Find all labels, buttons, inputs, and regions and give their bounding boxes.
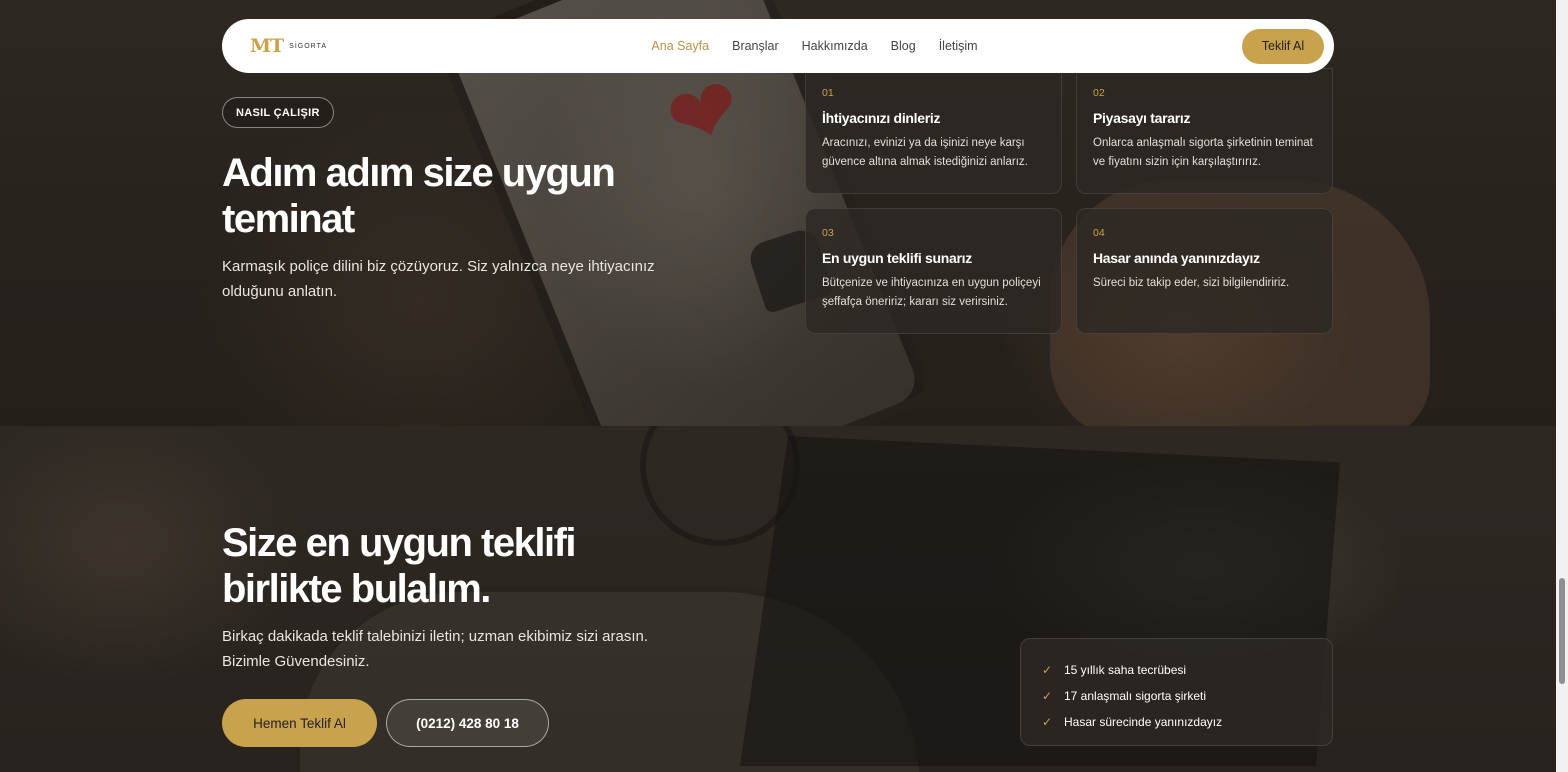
get-quote-now-button[interactable]: Hemen Teklif Al	[222, 699, 377, 747]
step-text: Bütçenize ve ihtiyacınıza en uygun poliç…	[822, 277, 1041, 308]
cta-title: Size en uygun teklifi birlikte bulalım.	[222, 521, 577, 611]
logo-text: SİGORTA	[289, 42, 328, 50]
feature-item: ✓ 15 yıllık saha tecrübesi	[1042, 657, 1312, 683]
check-icon: ✓	[1042, 689, 1053, 703]
steps-grid: 01 İhtiyacınızı dinleriz Aracınızı, evin…	[805, 68, 1333, 334]
step-card: 03 En uygun teklifi sunarız Bütçenize ve…	[805, 208, 1062, 334]
step-title: Piyasayı tararız	[1093, 110, 1191, 126]
logo-mark: MT	[250, 35, 284, 57]
page-scrollbar[interactable]	[1556, 0, 1568, 772]
nav-link-home[interactable]: Ana Sayfa	[651, 39, 709, 53]
section-title: Adım adım size uygun teminat	[222, 151, 616, 241]
scrollbar-thumb[interactable]	[1559, 578, 1565, 684]
feature-item: ✓ 17 anlaşmalı sigorta şirketi	[1042, 683, 1312, 709]
step-number: 03	[822, 227, 834, 239]
step-title: Hasar anında yanınızdayız	[1093, 250, 1260, 266]
step-card: 02 Piyasayı tararız Onlarca anlaşmalı si…	[1076, 68, 1333, 194]
cta-lead: Birkaç dakikada teklif talebinizi iletin…	[222, 628, 649, 670]
step-text: Süreci biz takip eder, sizi bilgilendiri…	[1093, 277, 1290, 289]
nav-link-contact[interactable]: İletişim	[939, 39, 978, 53]
section-badge: NASIL ÇALIŞIR	[222, 97, 334, 128]
section-lead: Karmaşık poliçe dilini biz çözüyoruz. Si…	[222, 258, 655, 300]
step-card: 01 İhtiyacınızı dinleriz Aracınızı, evin…	[805, 68, 1062, 194]
nav-link-branches[interactable]: Branşlar	[732, 39, 779, 53]
logo[interactable]: MT SİGORTA	[250, 35, 327, 57]
step-number: 04	[1093, 227, 1105, 239]
step-text: Onlarca anlaşmalı sigorta şirketinin tem…	[1093, 137, 1313, 168]
navbar: MT SİGORTA Ana Sayfa Branşlar Hakkımızda…	[222, 19, 1334, 73]
main-nav: Ana Sayfa Branşlar Hakkımızda Blog İleti…	[651, 39, 977, 53]
features-card: ✓ 15 yıllık saha tecrübesi ✓ 17 anlaşmal…	[1020, 638, 1333, 746]
step-text: Aracınızı, evinizi ya da işinizi neye ka…	[822, 137, 1028, 168]
step-number: 01	[822, 87, 834, 99]
feature-text: 15 yıllık saha tecrübesi	[1064, 663, 1187, 677]
check-icon: ✓	[1042, 715, 1053, 729]
feature-text: Hasar sürecinde yanınızdayız	[1064, 715, 1223, 729]
check-icon: ✓	[1042, 663, 1053, 677]
nav-link-about[interactable]: Hakkımızda	[802, 39, 868, 53]
step-number: 02	[1093, 87, 1105, 99]
get-quote-button[interactable]: Teklif Al	[1241, 28, 1324, 64]
feature-item: ✓ Hasar sürecinde yanınızdayız	[1042, 709, 1312, 735]
phone-button[interactable]: (0212) 428 80 18	[386, 699, 549, 747]
step-card: 04 Hasar anında yanınızdayız Süreci biz …	[1076, 208, 1333, 334]
step-title: En uygun teklifi sunarız	[822, 250, 972, 266]
nav-link-blog[interactable]: Blog	[891, 39, 916, 53]
step-title: İhtiyacınızı dinleriz	[822, 110, 941, 126]
feature-text: 17 anlaşmalı sigorta şirketi	[1064, 689, 1207, 703]
